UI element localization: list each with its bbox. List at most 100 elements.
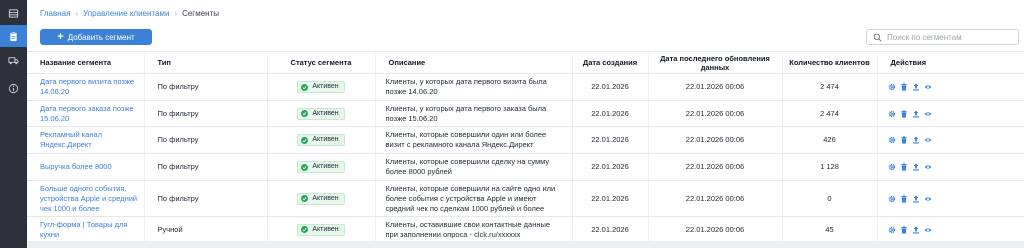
upload-icon[interactable] [912, 163, 920, 171]
segment-updated: 22.01.2026 00:06 [648, 100, 783, 127]
eye-icon[interactable] [923, 110, 932, 118]
check-circle-icon [301, 83, 309, 91]
trash-icon[interactable] [900, 83, 908, 91]
table-row: Больше одного события, устройства Apple … [27, 180, 1024, 217]
segment-description: Клиенты, оставившие свои контактные данн… [375, 216, 573, 243]
column-header-status[interactable]: Статус сегмента [267, 51, 376, 74]
add-segment-button[interactable]: + Добавить сегмент [40, 29, 152, 45]
clipboard-icon [10, 31, 17, 41]
column-header-count[interactable]: Количество клиентов [782, 51, 878, 74]
gear-icon[interactable] [888, 110, 896, 118]
upload-icon[interactable] [912, 195, 920, 203]
segment-name-link[interactable]: Рекламный канал Яндекс.Директ [40, 130, 102, 149]
segment-type: По фильтру [144, 153, 268, 181]
trash-icon[interactable] [900, 163, 908, 171]
upload-icon[interactable] [912, 136, 920, 144]
table-row: Дата первого визита позже 14.06.20 По фи… [27, 73, 1024, 101]
plus-icon: + [57, 31, 64, 43]
status-badge: Активен [297, 81, 345, 93]
segment-created: 22.01.2026 [572, 100, 649, 127]
column-header-updated[interactable]: Дата последнего обновления данных [648, 51, 783, 74]
chevron-right-icon: › [174, 8, 178, 18]
segment-type: По фильтру [144, 100, 268, 127]
segment-name-link[interactable]: Дата первого заказа позже 15.06.20 [40, 104, 134, 123]
eye-icon[interactable] [923, 226, 932, 234]
gear-icon[interactable] [888, 195, 896, 203]
segment-count: 2 474 [782, 100, 878, 127]
segment-count: 45 [782, 216, 878, 243]
status-badge: Активен [297, 107, 345, 120]
upload-icon[interactable] [912, 83, 920, 91]
segment-name-link[interactable]: Больше одного события, устройства Apple … [40, 184, 137, 213]
horizontal-scrollbar[interactable] [27, 241, 1024, 248]
gear-icon[interactable] [888, 226, 896, 234]
trash-icon[interactable] [900, 225, 908, 234]
segment-description: Клиенты, которые совершили на сайте одно… [375, 180, 573, 217]
segment-description: Клиенты, у которых дата первого заказа б… [375, 100, 573, 127]
segment-created: 22.01.2026 [572, 153, 649, 181]
breadcrumb: Главная › Управление клиентами › Сегмент… [40, 7, 219, 19]
status-label: Активен [312, 225, 339, 233]
breadcrumb-home-link[interactable]: Главная [40, 9, 70, 18]
segment-updated: 22.01.2026 00:06 [648, 216, 783, 243]
segment-type: По фильтру [144, 180, 268, 217]
column-header-type[interactable]: Тип [144, 51, 268, 74]
upload-icon[interactable] [912, 110, 920, 118]
row-actions [888, 163, 1018, 171]
gear-icon[interactable] [888, 136, 896, 144]
main-content: Главная › Управление клиентами › Сегмент… [27, 0, 1024, 248]
segment-count: 2 474 [782, 73, 878, 101]
table-row: Гугл-форма | Товары для кухни Ручной Акт… [27, 216, 1024, 243]
segment-type: Ручной [144, 216, 268, 243]
status-label: Активен [312, 163, 339, 170]
column-header-created[interactable]: Дата создания [572, 51, 649, 74]
column-header-description[interactable]: Описание [375, 51, 573, 74]
check-circle-icon [301, 136, 309, 144]
upload-icon[interactable] [912, 226, 920, 234]
gear-icon[interactable] [888, 83, 896, 91]
row-actions [888, 225, 1018, 234]
sidebar-item-delivery[interactable] [0, 49, 27, 71]
info-icon [8, 83, 19, 93]
segment-updated: 22.01.2026 00:06 [648, 126, 783, 154]
column-header-name[interactable]: Название сегмента [27, 51, 145, 74]
sidebar-item-clients[interactable] [0, 25, 27, 47]
status-label: Активен [312, 83, 339, 90]
segment-updated: 22.01.2026 00:06 [648, 153, 783, 181]
row-actions [888, 83, 1018, 91]
row-actions [888, 136, 1018, 144]
breadcrumb-current: Сегменты [182, 8, 220, 18]
segment-description: Клиенты, у которых дата первого визита б… [375, 73, 573, 101]
status-badge: Активен [297, 192, 345, 205]
eye-icon[interactable] [923, 163, 932, 171]
trash-icon[interactable] [900, 136, 908, 144]
table-row: Выручка более 8000 По фильтру Активен Кл… [27, 153, 1024, 181]
check-circle-icon [301, 163, 309, 171]
status-badge: Активен [297, 161, 345, 173]
check-circle-icon [301, 226, 309, 233]
gear-icon[interactable] [888, 163, 896, 171]
segment-type: По фильтру [144, 126, 268, 154]
breadcrumb-section-link[interactable]: Управление клиентами [83, 9, 169, 18]
segments-table: Название сегмента Тип Статус сегмента Оп… [27, 51, 1024, 243]
eye-icon[interactable] [923, 195, 932, 203]
trash-icon[interactable] [900, 109, 908, 118]
segment-name-link[interactable]: Выручка более 8000 [40, 162, 112, 171]
segment-name-link[interactable]: Гугл-форма | Товары для кухни [40, 220, 127, 239]
trash-icon[interactable] [900, 194, 908, 203]
eye-icon[interactable] [923, 83, 932, 91]
search-box [866, 29, 1019, 45]
segment-created: 22.01.2026 [572, 216, 649, 243]
segment-name-link[interactable]: Дата первого визита позже 14.06.20 [40, 77, 134, 96]
status-label: Активен [312, 109, 339, 117]
sidebar-item-tables[interactable] [0, 2, 27, 24]
table-row: Рекламный канал Яндекс.Директ По фильтру… [27, 126, 1024, 154]
segment-count: 1 128 [782, 153, 878, 181]
sidebar-item-info[interactable] [0, 77, 27, 99]
status-badge: Активен [297, 134, 345, 146]
status-label: Активен [312, 136, 339, 143]
search-input[interactable] [887, 32, 1017, 42]
segment-created: 22.01.2026 [572, 126, 649, 154]
eye-icon[interactable] [923, 136, 932, 144]
sidebar [0, 0, 27, 248]
